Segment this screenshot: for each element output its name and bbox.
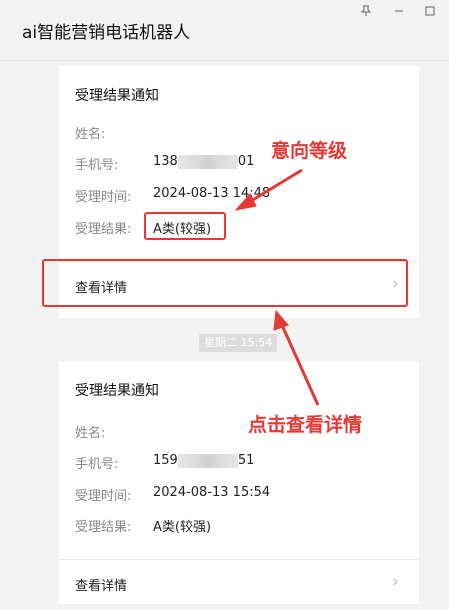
name-label: 姓名: [75, 127, 106, 142]
phone-mask [177, 453, 238, 468]
annotation-level: 意向等级 [271, 140, 348, 162]
result-label: 受理结果: [75, 520, 132, 535]
chevron-right-icon[interactable]: › [392, 572, 399, 592]
time-value: 2024-08-13 14:48 [153, 186, 271, 201]
annotation-detail: 点击查看详情 [248, 414, 363, 436]
time-label: 受理时间: [75, 489, 132, 504]
phone-prefix: 138 [153, 154, 178, 169]
time-value: 2024-08-13 15:54 [153, 485, 271, 500]
minimize-icon[interactable] [391, 5, 407, 21]
card-title: 受理结果通知 [75, 88, 159, 104]
view-detail-link[interactable]: 查看详情 [75, 575, 127, 594]
phone-suffix: 01 [237, 154, 255, 169]
phone-mask [177, 154, 238, 169]
maximize-icon[interactable] [422, 5, 438, 21]
phone-label: 手机号: [75, 457, 119, 472]
title-bar: ai智能营销电话机器人 [0, 0, 449, 61]
phone-prefix: 159 [153, 453, 178, 468]
message-timestamp: 星期二 15:54 [199, 334, 278, 352]
result-label: 受理结果: [75, 222, 132, 237]
divider [59, 559, 419, 560]
level-highlight-box [144, 212, 226, 240]
phone-suffix: 51 [237, 453, 255, 468]
phone-value: 138 01 [153, 154, 254, 169]
app-title: ai智能营销电话机器人 [22, 23, 191, 43]
phone-value: 159 51 [153, 453, 254, 468]
result-card: 受理结果通知 姓名: 手机号: 159 51 受理时间: 2024-08-13 1… [59, 361, 419, 604]
name-label: 姓名: [75, 426, 106, 441]
card-title: 受理结果通知 [75, 383, 159, 399]
result-value: A类(较强) [153, 520, 212, 535]
phone-label: 手机号: [75, 158, 119, 173]
detail-highlight-box [42, 259, 408, 307]
pin-icon[interactable] [358, 5, 374, 21]
time-label: 受理时间: [75, 190, 132, 205]
